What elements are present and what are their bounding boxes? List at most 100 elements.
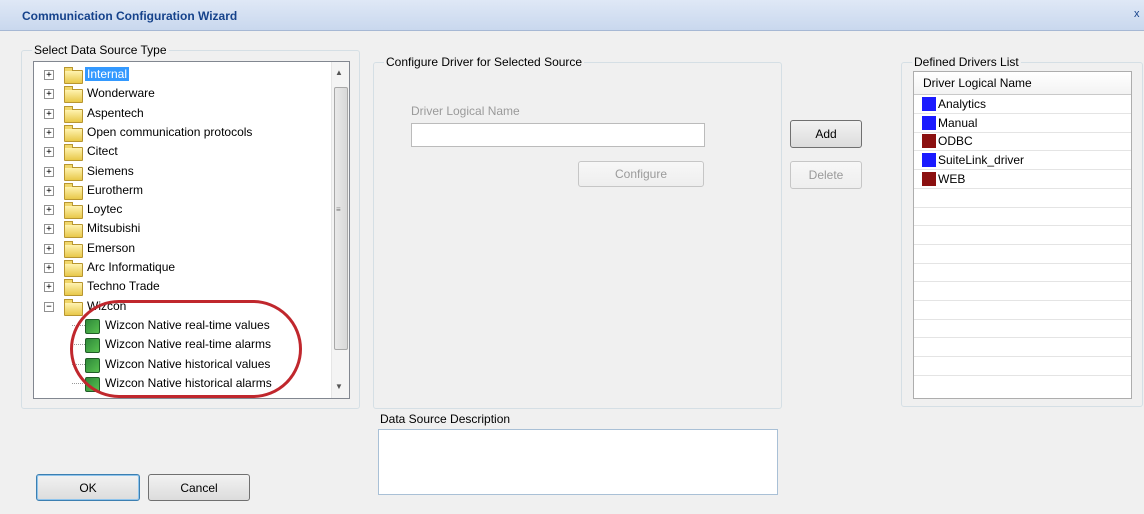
highlight-annotation (70, 300, 302, 398)
folder-icon (64, 202, 83, 220)
tree-item-label: Mitsubishi (87, 221, 141, 236)
tree-scrollbar[interactable]: ▲ ≡ ▼ (331, 62, 349, 398)
driver-list-header[interactable]: Driver Logical Name (914, 72, 1131, 95)
driver-row[interactable]: SuiteLink_driver (914, 151, 1131, 171)
folder-icon (64, 163, 83, 181)
cancel-button[interactable]: Cancel (148, 474, 250, 501)
tree-item-label: Arc Informatique (87, 260, 176, 274)
expand-icon[interactable]: + (44, 147, 54, 158)
scroll-down-icon[interactable]: ▼ (335, 382, 343, 391)
tree-item-label: Loytec (87, 202, 123, 217)
driver-color-icon (922, 97, 936, 111)
tree-item-label: Open communication protocols (87, 124, 253, 139)
tree-item-citect[interactable]: + Citect (34, 143, 331, 162)
folder-icon (64, 279, 83, 297)
driver-row[interactable]: Analytics (914, 95, 1131, 114)
tree-item-mitsubishi[interactable]: + Mitsubishi (34, 220, 331, 239)
driver-row[interactable]: Manual (914, 114, 1131, 133)
expand-icon[interactable]: + (44, 243, 54, 254)
scroll-grip-icon: ≡ (336, 205, 341, 214)
tree-item-eurotherm[interactable]: + Eurotherm (34, 182, 331, 200)
tree-item-partial[interactable]: +Intellution (34, 398, 331, 399)
title-bar: Communication Configuration Wizard x (0, 0, 1144, 31)
empty-row[interactable] (914, 189, 1131, 208)
driver-color-icon (922, 171, 936, 186)
driver-row[interactable]: WEB (914, 170, 1131, 189)
data-source-legend: Select Data Source Type (34, 43, 167, 57)
driver-row[interactable]: ODBC (914, 132, 1131, 152)
driver-color-icon (922, 153, 936, 168)
close-icon[interactable]: x (1134, 8, 1144, 20)
folder-icon (64, 86, 83, 104)
tree-item-loytec[interactable]: + Loytec (34, 201, 331, 220)
driver-color-icon (922, 134, 936, 149)
ok-button[interactable]: OK (36, 474, 140, 501)
defined-drivers-list[interactable]: Driver Logical Name Analytics Manual ODBC S… (913, 71, 1132, 399)
driver-name: Analytics (938, 97, 987, 111)
expand-icon[interactable]: + (44, 108, 54, 119)
folder-icon (64, 124, 83, 142)
driver-color-icon (922, 115, 936, 130)
expand-icon[interactable]: + (44, 127, 54, 138)
tree-item-label: Wonderware (87, 86, 155, 101)
driver-name: ODBC (938, 134, 973, 149)
expand-icon[interactable]: + (44, 224, 54, 235)
data-source-description-label: Data Source Description (380, 412, 511, 426)
empty-row[interactable] (914, 301, 1131, 320)
tree-item-label: Internal (85, 67, 130, 81)
folder-icon (64, 260, 83, 277)
folder-icon (64, 298, 83, 316)
folder-icon (64, 67, 83, 84)
tree-item-internal[interactable]: + Internal (34, 66, 331, 84)
configure-driver-legend: Configure Driver for Selected Source (386, 55, 583, 69)
tree-item-label: Techno Trade (87, 279, 160, 294)
defined-drivers-legend: Defined Drivers List (914, 55, 1019, 69)
folder-icon (64, 105, 83, 123)
configure-button[interactable]: Configure (578, 161, 704, 187)
data-source-description-box[interactable] (378, 429, 778, 495)
window-title: Communication Configuration Wizard (22, 9, 238, 23)
tree-item-label: Siemens (87, 163, 134, 178)
expand-icon[interactable]: + (44, 205, 54, 216)
expand-icon[interactable]: + (44, 166, 54, 177)
folder-icon (64, 182, 83, 200)
tree-item-label: Aspentech (87, 105, 144, 120)
tree-item-label: Eurotherm (87, 182, 144, 197)
empty-row[interactable] (914, 357, 1131, 376)
empty-row[interactable] (914, 226, 1131, 245)
empty-row[interactable] (914, 207, 1131, 227)
empty-row[interactable] (914, 282, 1131, 301)
expand-icon[interactable]: + (44, 89, 54, 100)
tree-item-emerson[interactable]: + Emerson (34, 240, 331, 258)
driver-name: Manual (938, 115, 978, 130)
tree-item-label: Citect (87, 144, 118, 159)
empty-row[interactable] (914, 245, 1131, 264)
tree-item-wonderware[interactable]: + Wonderware (34, 85, 331, 104)
empty-row[interactable] (914, 319, 1131, 339)
tree-item-siemens[interactable]: + Siemens (34, 163, 331, 181)
expand-icon[interactable]: + (44, 263, 54, 273)
tree-item-label: Emerson (87, 240, 136, 255)
tree-item-aspentech[interactable]: + Aspentech (34, 105, 331, 123)
collapse-icon[interactable]: − (44, 301, 54, 312)
scroll-thumb[interactable] (334, 87, 348, 350)
folder-icon (64, 240, 83, 258)
tree-item-arc-informatique[interactable]: + Arc Informatique (34, 259, 331, 277)
empty-row[interactable] (914, 338, 1131, 358)
empty-row[interactable] (914, 263, 1131, 283)
add-button[interactable]: Add (790, 120, 862, 148)
driver-name: SuiteLink_driver (938, 153, 1025, 168)
scroll-up-icon[interactable]: ▲ (335, 68, 343, 77)
folder-icon (64, 144, 83, 162)
expand-icon[interactable]: + (44, 70, 54, 80)
expand-icon[interactable]: + (44, 282, 54, 293)
driver-name: WEB (938, 171, 966, 186)
folder-icon (64, 221, 83, 239)
delete-button[interactable]: Delete (790, 161, 862, 189)
driver-logical-name-label: Driver Logical Name (411, 104, 520, 118)
tree-item-open-communication-protocols[interactable]: + Open communication protocols (34, 124, 331, 142)
driver-logical-name-input[interactable] (411, 123, 705, 147)
driver-logical-name-column-header: Driver Logical Name (923, 76, 1032, 90)
expand-icon[interactable]: + (44, 185, 54, 196)
tree-item-techno-trade[interactable]: + Techno Trade (34, 278, 331, 297)
